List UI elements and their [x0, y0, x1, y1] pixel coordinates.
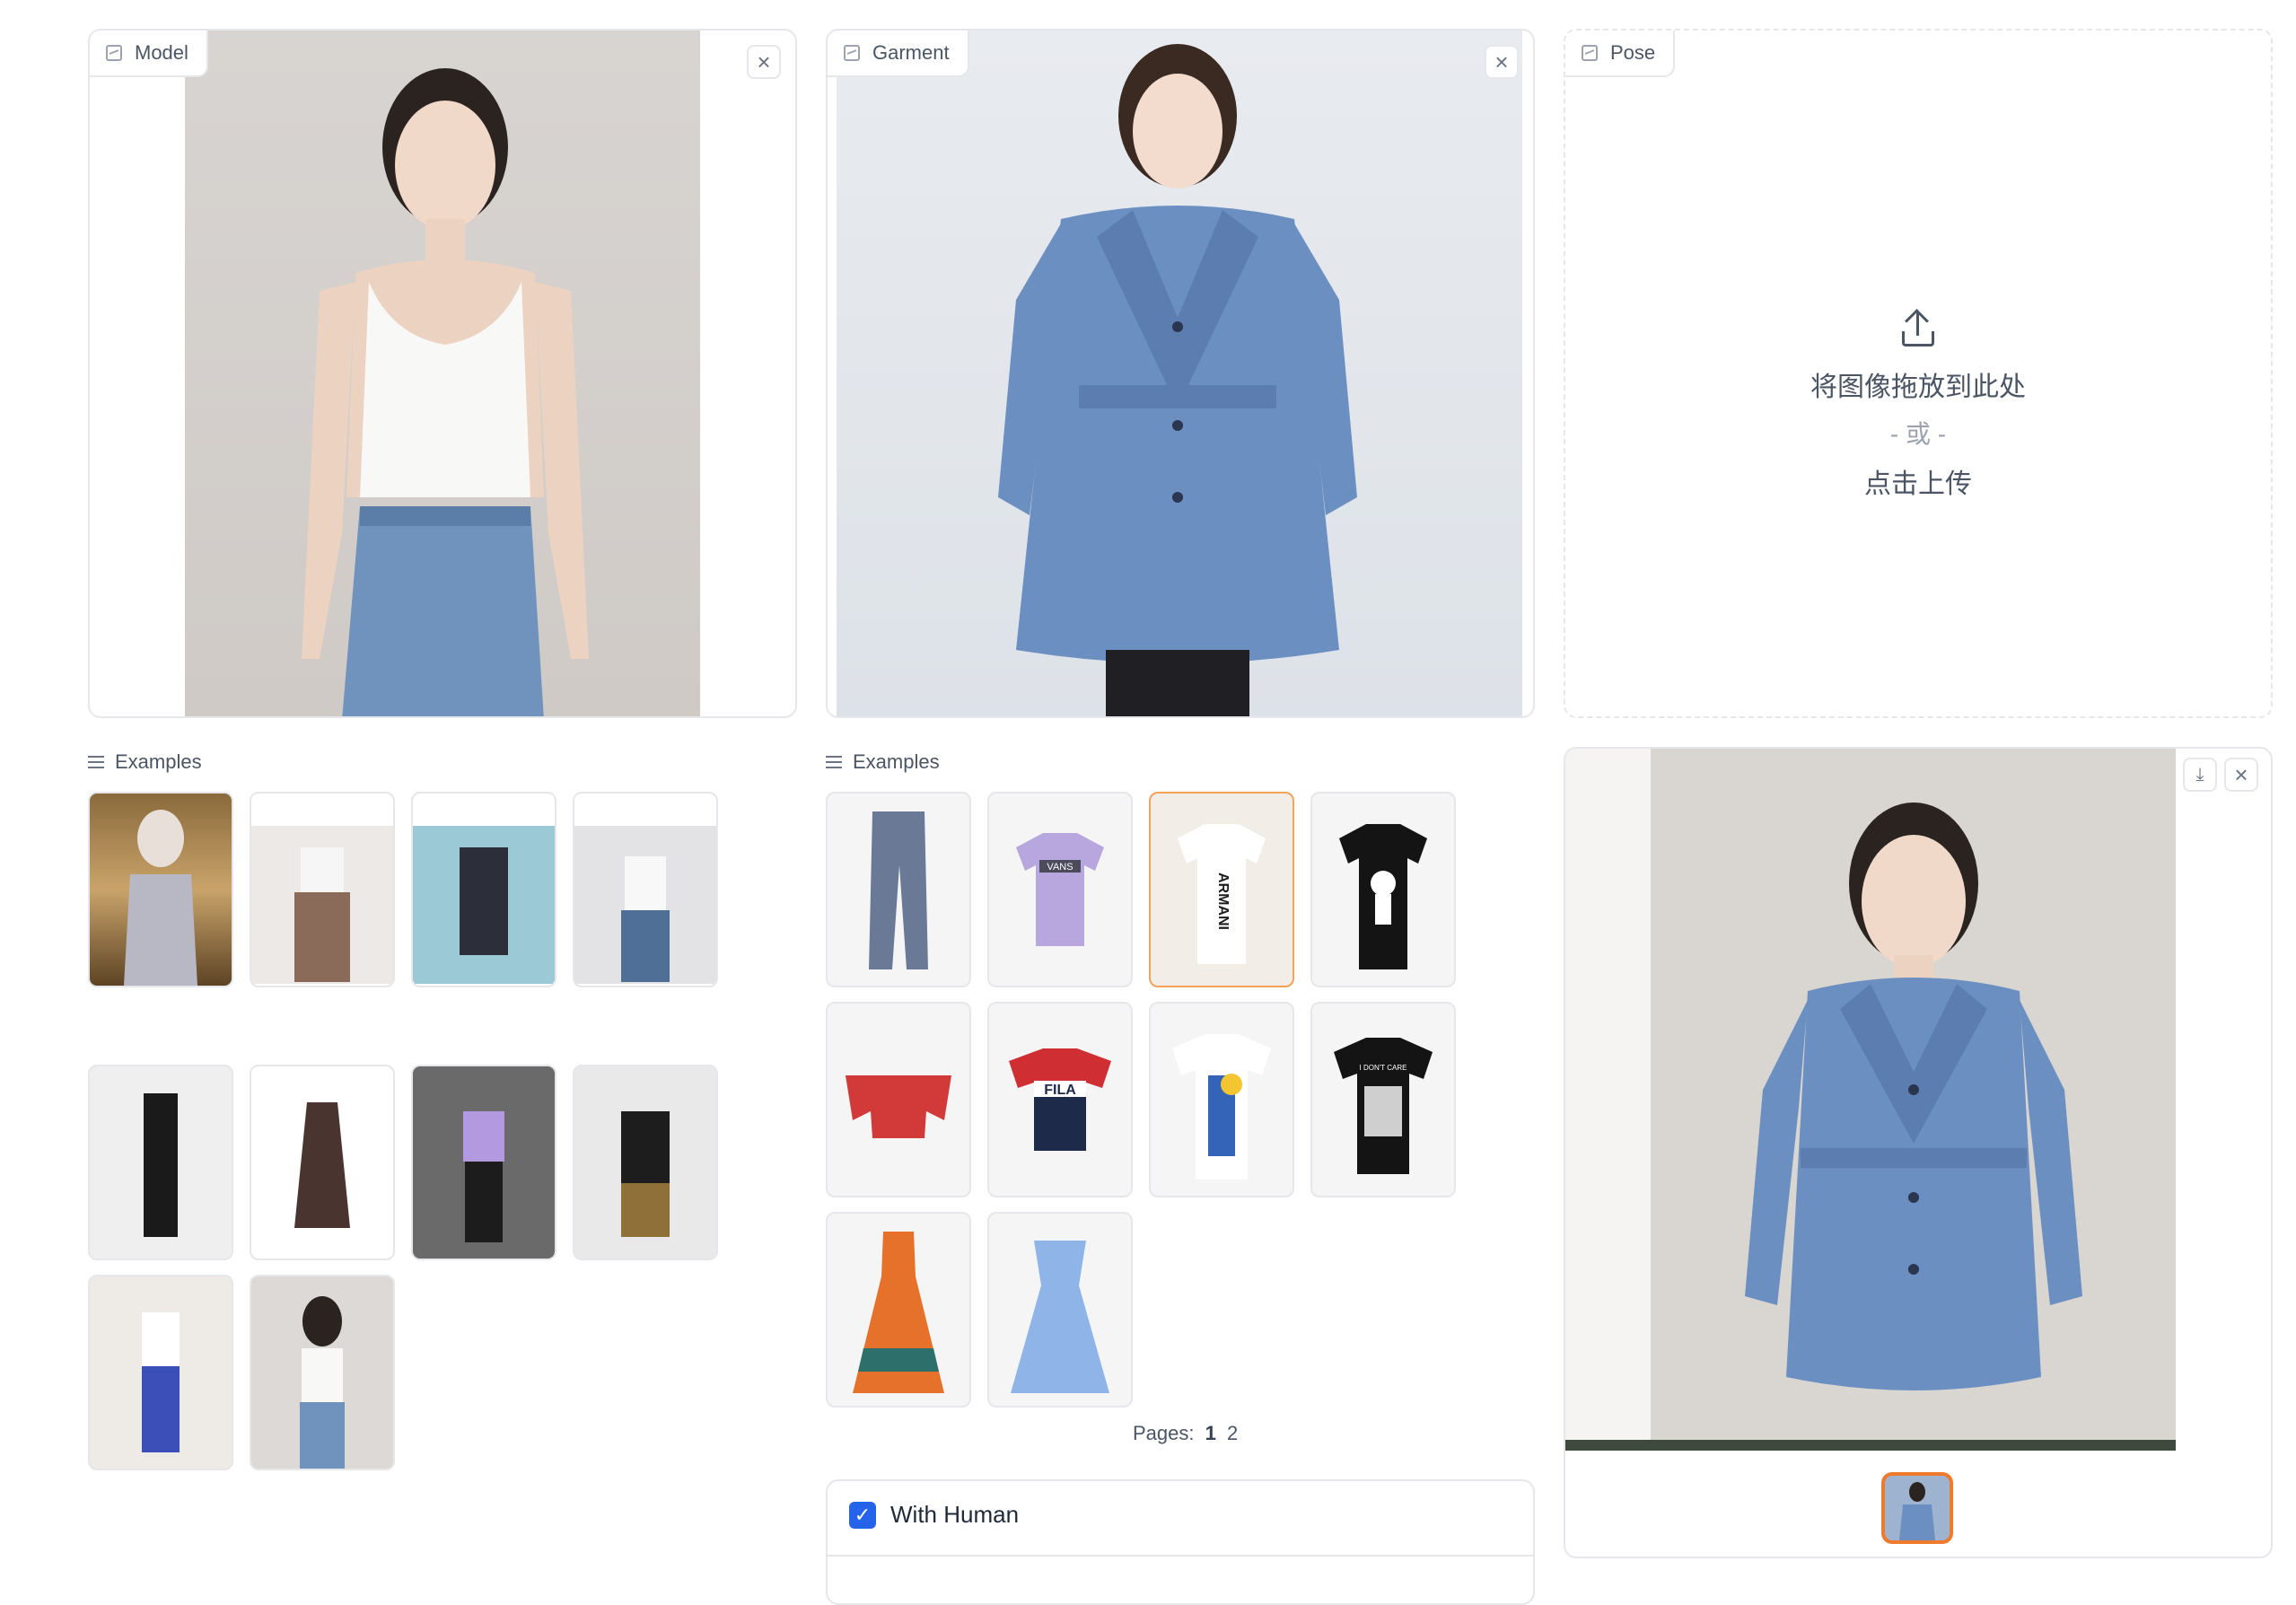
vans-text: VANS	[1047, 862, 1073, 873]
garment-panel-label: Garment	[828, 31, 969, 77]
garment-example-idontcare[interactable]: I DON'T CARE	[1310, 1002, 1456, 1197]
garment-figure-illustration	[998, 44, 1357, 716]
example-garment: FILA	[1009, 1048, 1111, 1151]
upload-dropzone[interactable]: 将图像拖放到此处 - 或 - 点击上传	[1565, 309, 2271, 501]
fila-text: FILA	[1044, 1083, 1076, 1098]
list-icon	[88, 756, 104, 768]
example-garment: ARMANI	[1178, 824, 1266, 964]
garment-photo	[837, 31, 1522, 716]
example-garment	[1172, 1034, 1271, 1180]
list-icon	[826, 756, 842, 768]
example-figure	[574, 826, 716, 984]
example-figure	[124, 810, 197, 986]
pose-upload-panel[interactable]: Pose 将图像拖放到此处 - 或 - 点击上传	[1564, 29, 2273, 718]
pages-label: Pages:	[1133, 1422, 1195, 1444]
example-figure	[294, 1102, 350, 1228]
example-figure	[413, 826, 555, 984]
drop-text: 将图像拖放到此处	[1810, 373, 2026, 402]
pose-panel-label: Pose	[1565, 31, 1676, 77]
image-icon	[844, 45, 860, 61]
image-icon	[1582, 45, 1598, 61]
output-clear-button[interactable]: ×	[2224, 758, 2258, 792]
garment-example-armani[interactable]: ARMANI	[1149, 792, 1294, 987]
model-clear-button[interactable]: ×	[747, 45, 781, 79]
example-garment: VANS	[1016, 833, 1104, 946]
model-label-text: Model	[135, 41, 188, 64]
garment-example-blue-dress[interactable]	[987, 1212, 1133, 1408]
pose-label-text: Pose	[1610, 41, 1656, 64]
example-figure	[251, 826, 393, 984]
model-panel-label: Model	[90, 31, 208, 77]
garment-example-dalmatian-tee[interactable]	[1310, 792, 1456, 987]
model-example-8[interactable]	[573, 1065, 718, 1260]
page-2-link[interactable]: 2	[1227, 1422, 1238, 1444]
or-text: - 或 -	[1889, 420, 1947, 448]
garment-example-vans[interactable]: VANS	[987, 792, 1133, 987]
garment-image-panel[interactable]: Garment ×	[826, 29, 1535, 718]
upload-icon	[1898, 309, 1938, 348]
options-divider	[828, 1555, 1533, 1557]
example-figure	[300, 1296, 345, 1469]
example-figure	[144, 1093, 178, 1237]
pagination: Pages: 1 2	[1133, 1422, 1238, 1445]
garment-example-jeans[interactable]	[826, 792, 971, 987]
garment-label-text: Garment	[872, 41, 950, 64]
example-figure	[142, 1312, 180, 1452]
garment-examples-label: Examples	[853, 750, 940, 773]
example-garment	[869, 811, 928, 969]
with-human-label: With Human	[890, 1501, 1020, 1528]
garment-example-fila[interactable]: FILA	[987, 1002, 1133, 1197]
armani-text: ARMANI	[1215, 873, 1231, 930]
example-garment	[1339, 824, 1427, 969]
model-example-1[interactable]	[88, 792, 233, 987]
model-example-5[interactable]	[88, 1065, 233, 1260]
click-upload-text: 点击上传	[1864, 469, 1972, 499]
model-examples-header: Examples	[88, 750, 202, 774]
options-panel: ✓ With Human	[826, 1479, 1535, 1605]
with-human-checkbox[interactable]: ✓	[849, 1501, 876, 1529]
model-example-2[interactable]	[250, 792, 395, 987]
close-icon: ×	[2234, 760, 2248, 788]
model-example-6[interactable]	[250, 1065, 395, 1260]
example-figure	[621, 1111, 670, 1237]
download-icon: ⤓	[2195, 764, 2204, 785]
example-garment	[853, 1232, 944, 1393]
result-figure-illustration	[1565, 802, 2176, 1451]
result-thumbnail[interactable]	[1881, 1472, 1953, 1544]
image-icon	[106, 45, 122, 61]
model-example-7[interactable]	[411, 1065, 556, 1260]
model-figure-illustration	[302, 68, 589, 716]
example-garment: I DON'T CARE	[1334, 1038, 1433, 1174]
model-example-10[interactable]	[250, 1275, 395, 1470]
garment-example-graphic-tee[interactable]	[1149, 1002, 1294, 1197]
model-example-3[interactable]	[411, 792, 556, 987]
model-examples-label: Examples	[115, 750, 202, 773]
example-garment	[846, 1075, 951, 1138]
idontcare-text: I DON'T CARE	[1360, 1064, 1407, 1072]
garment-example-red-top[interactable]	[826, 1002, 971, 1197]
garment-example-orange-dress[interactable]	[826, 1212, 971, 1408]
garment-clear-button[interactable]: ×	[1485, 45, 1519, 79]
model-photo	[185, 31, 700, 716]
example-figure	[463, 1111, 504, 1242]
model-example-9[interactable]	[88, 1275, 233, 1470]
model-image-panel[interactable]: Model ×	[88, 29, 797, 718]
output-image-panel: ⤓ ×	[1564, 747, 2273, 1558]
thumbnail-figure	[1899, 1482, 1935, 1540]
download-button[interactable]: ⤓	[2183, 758, 2217, 792]
with-human-row[interactable]: ✓ With Human	[849, 1501, 1019, 1529]
page-1-link[interactable]: 1	[1205, 1422, 1216, 1444]
garment-examples-header: Examples	[826, 750, 940, 774]
result-photo	[1565, 749, 2176, 1451]
example-garment	[1011, 1241, 1109, 1393]
model-example-4[interactable]	[573, 792, 718, 987]
